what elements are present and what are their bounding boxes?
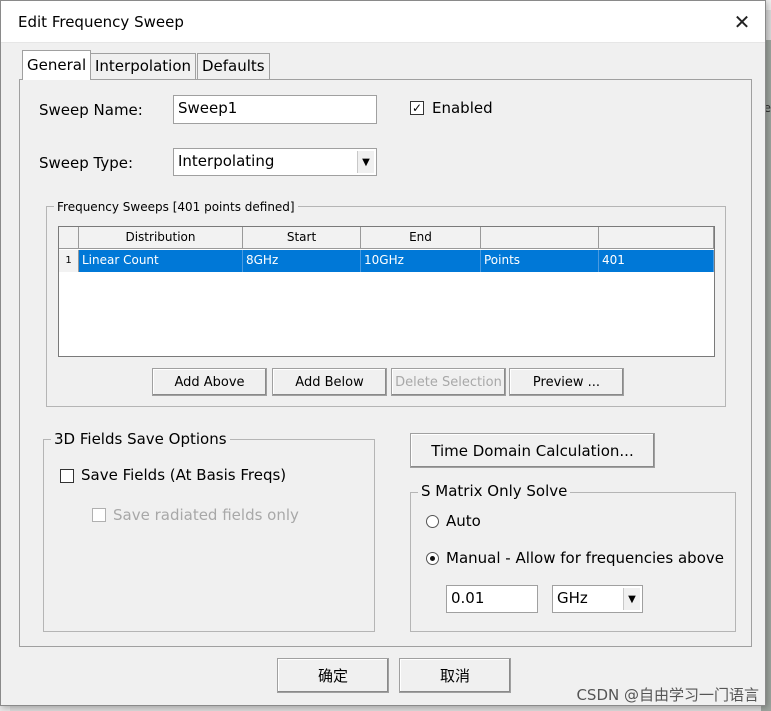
ok-button[interactable]: 确定 bbox=[277, 658, 389, 693]
close-icon[interactable]: ✕ bbox=[729, 9, 755, 35]
column-header[interactable]: End bbox=[361, 227, 481, 249]
chevron-down-icon[interactable]: ▼ bbox=[623, 588, 640, 610]
column-header[interactable] bbox=[481, 227, 599, 249]
row-number[interactable]: 1 bbox=[59, 250, 79, 272]
add-above-button[interactable]: Add Above bbox=[152, 368, 267, 396]
sweep-type-select[interactable]: Interpolating ▼ bbox=[173, 148, 377, 176]
enabled-checkbox[interactable]: ✓ bbox=[410, 101, 424, 115]
start-cell[interactable]: 8GHz bbox=[243, 250, 361, 272]
add-below-button[interactable]: Add Below bbox=[272, 368, 387, 396]
column-header[interactable]: Start bbox=[243, 227, 361, 249]
window-title: Edit Frequency Sweep bbox=[18, 13, 184, 31]
type-cell[interactable]: Points bbox=[481, 250, 599, 272]
auto-radio[interactable] bbox=[426, 515, 439, 528]
tab-defaults[interactable]: Defaults bbox=[197, 53, 270, 79]
end-cell[interactable]: 10GHz bbox=[361, 250, 481, 272]
save-fields-checkbox[interactable] bbox=[60, 469, 74, 483]
column-header[interactable] bbox=[599, 227, 714, 249]
sweep-name-label: Sweep Name: bbox=[39, 101, 143, 119]
chevron-down-icon[interactable]: ▼ bbox=[357, 151, 374, 173]
auto-label: Auto bbox=[446, 512, 481, 530]
corner-cell bbox=[59, 227, 79, 249]
tab-label: General bbox=[27, 56, 87, 74]
time-domain-calculation-button[interactable]: Time Domain Calculation... bbox=[410, 433, 655, 468]
value-cell[interactable]: 401 bbox=[599, 250, 714, 272]
frequency-unit-select[interactable]: GHz ▼ bbox=[552, 585, 643, 613]
cancel-button[interactable]: 取消 bbox=[399, 658, 511, 693]
s-matrix-title: S Matrix Only Solve bbox=[418, 482, 571, 500]
sweep-type-label: Sweep Type: bbox=[39, 154, 134, 172]
tab-label: Interpolation bbox=[95, 57, 191, 75]
table-row[interactable]: 1 Linear Count 8GHz 10GHz Points 401 bbox=[59, 250, 714, 272]
tab-interpolation[interactable]: Interpolation bbox=[90, 53, 196, 79]
tab-general[interactable]: General bbox=[22, 50, 92, 80]
frequency-sweeps-title: Frequency Sweeps [401 points defined] bbox=[54, 200, 298, 214]
save-fields-label: Save Fields (At Basis Freqs) bbox=[81, 466, 287, 484]
enabled-label: Enabled bbox=[432, 99, 493, 117]
column-header[interactable]: Distribution bbox=[79, 227, 243, 249]
frequency-sweeps-table[interactable]: Distribution Start End 1 Linear Count 8G… bbox=[58, 226, 715, 357]
save-radiated-label: Save radiated fields only bbox=[113, 506, 299, 524]
delete-selection-button[interactable]: Delete Selection bbox=[391, 368, 506, 396]
preview-button[interactable]: Preview ... bbox=[509, 368, 624, 396]
title-bar: Edit Frequency Sweep ✕ bbox=[1, 1, 765, 43]
save-radiated-checkbox[interactable] bbox=[92, 508, 106, 522]
fields-save-title: 3D Fields Save Options bbox=[51, 430, 230, 448]
manual-label: Manual - Allow for frequencies above bbox=[446, 549, 724, 567]
watermark: CSDN @自由学习一门语言 bbox=[576, 686, 759, 704]
edit-frequency-sweep-dialog: Edit Frequency Sweep ✕ General Interpola… bbox=[0, 0, 766, 706]
checkmark-icon: ✓ bbox=[411, 101, 423, 115]
table-header: Distribution Start End bbox=[59, 227, 714, 249]
tab-label: Defaults bbox=[202, 57, 265, 75]
frequency-unit-value: GHz bbox=[557, 589, 588, 607]
sweep-name-input[interactable]: Sweep1 bbox=[173, 95, 377, 124]
frequency-threshold-input[interactable]: 0.01 bbox=[446, 585, 538, 613]
general-tab-panel: Sweep Name: Sweep1 ✓ Enabled Sweep Type:… bbox=[19, 79, 752, 647]
manual-radio[interactable] bbox=[426, 552, 439, 565]
sweep-type-value: Interpolating bbox=[178, 152, 275, 170]
distribution-cell[interactable]: Linear Count bbox=[79, 250, 243, 272]
